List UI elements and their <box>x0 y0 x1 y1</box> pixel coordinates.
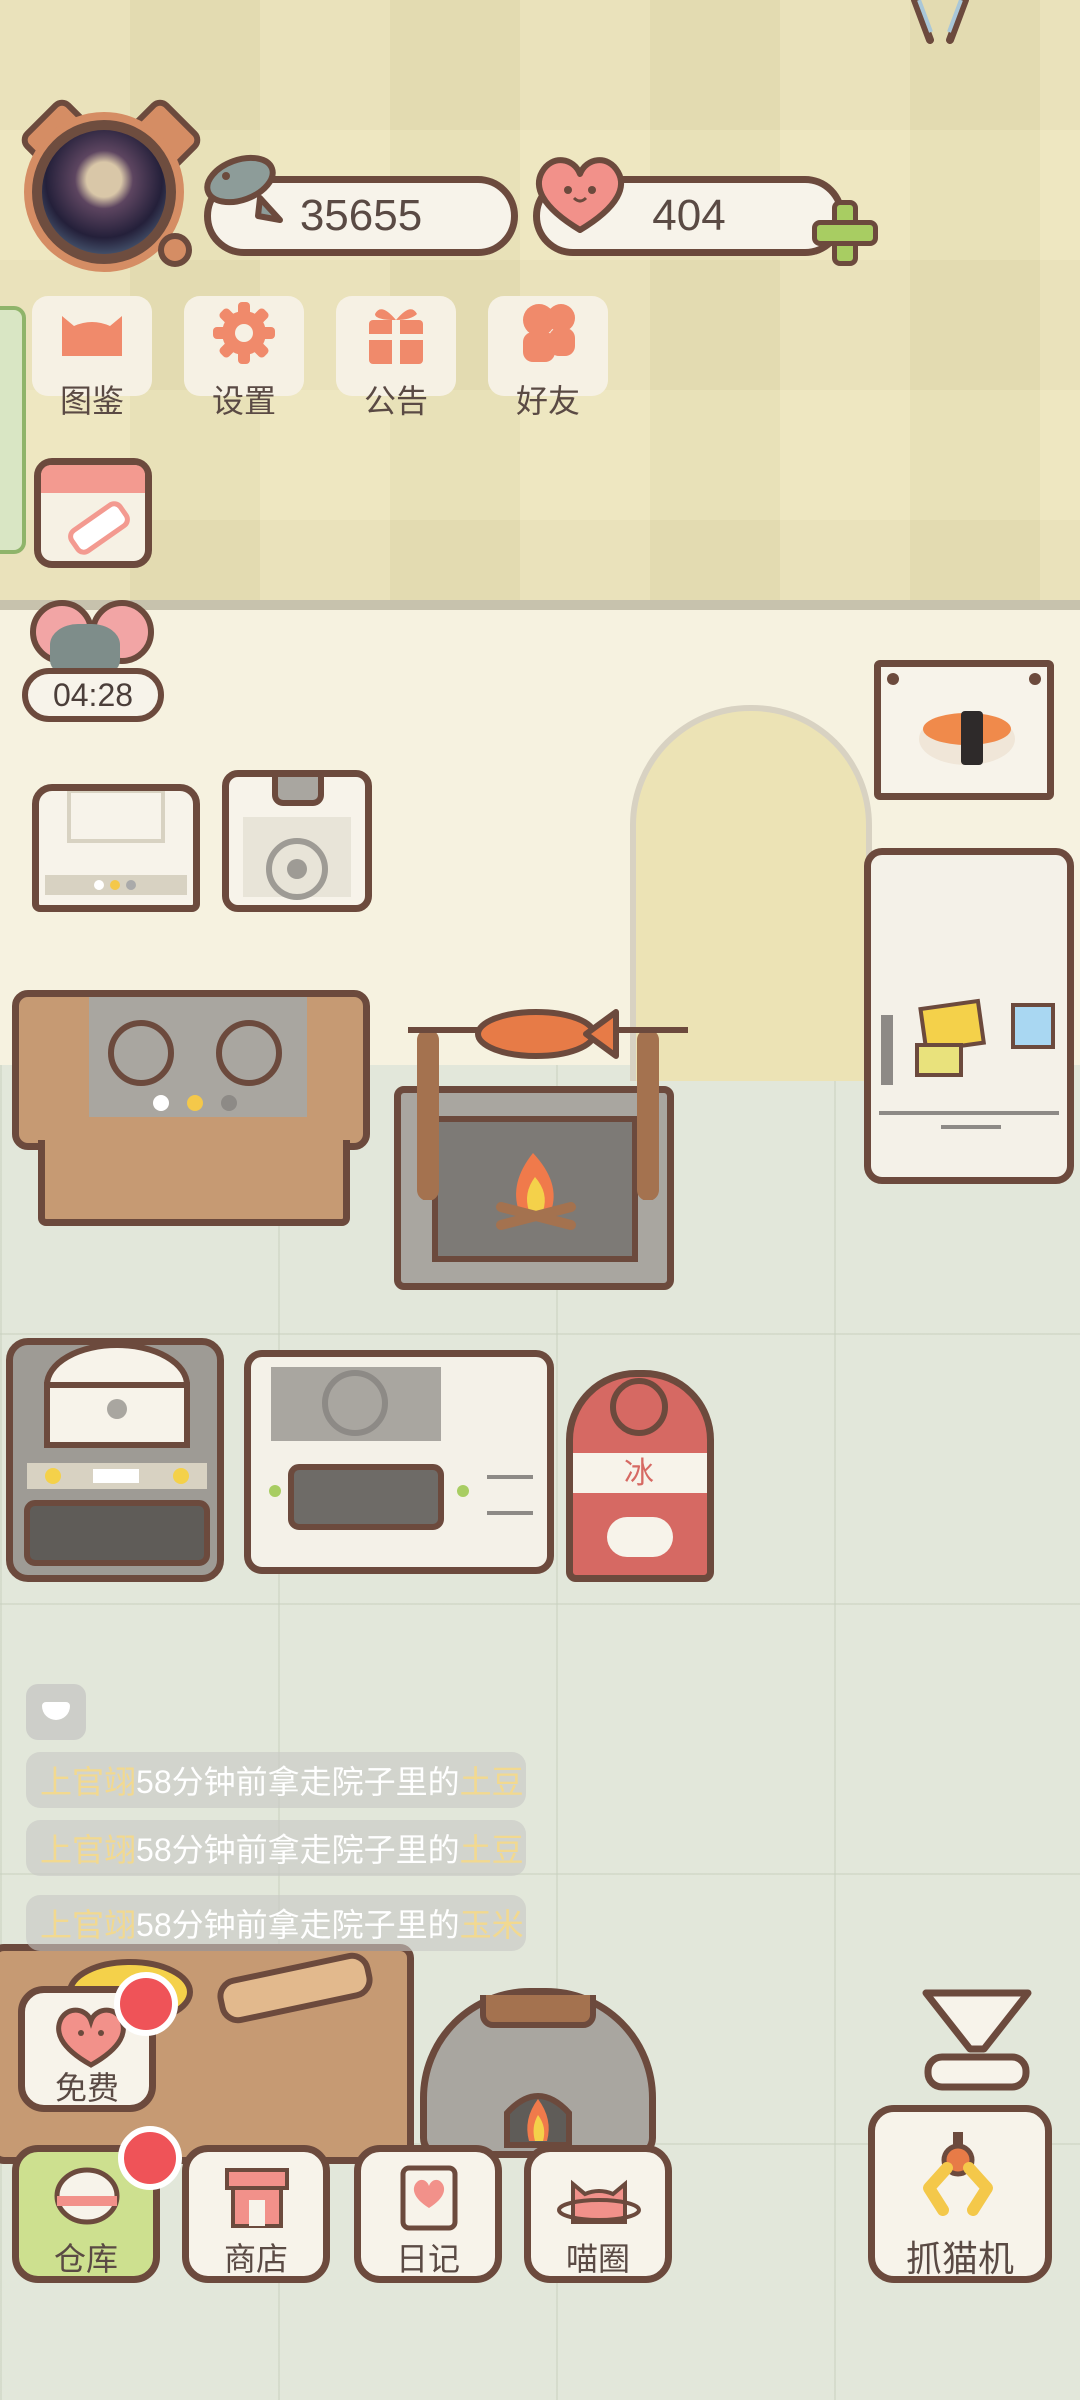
burner-icons <box>89 997 307 1117</box>
claw-machine-button[interactable]: 抓猫机 <box>868 2105 1052 2283</box>
refrigerator[interactable] <box>864 848 1074 1184</box>
rice-cooker-icon <box>24 1342 210 1566</box>
feed-message: 上官翊 58分钟前拿走院子里的 玉米 <box>26 1895 526 1951</box>
nav-diary-label: 日记 <box>395 2241 460 2277</box>
menu-catalog-label: 图鉴 <box>59 383 124 419</box>
blender-machine[interactable] <box>222 754 372 912</box>
funnel-icon <box>922 1989 1032 2091</box>
wall-trim <box>0 600 1080 610</box>
nav-cat-circle-label: 喵圈 <box>565 2241 630 2277</box>
nav-diary-button[interactable]: 日记 <box>354 2145 502 2283</box>
pencil-icon <box>64 497 134 559</box>
feed-player-name: 上官翊 <box>40 1764 137 1800</box>
nav-warehouse-label: 仓库 <box>53 2241 118 2277</box>
side-drawer-tab[interactable] <box>0 306 26 554</box>
feed-text: 58分钟前拿走院子里的 <box>136 1764 460 1800</box>
menu-catalog-button[interactable]: 图鉴 <box>32 296 152 419</box>
feed-text: 58分钟前拿走院子里的 <box>136 1832 460 1868</box>
rice-cooker-oven[interactable] <box>6 1338 224 1582</box>
feed-item: 土豆 <box>459 1832 524 1868</box>
avatar-tail-icon <box>158 233 192 267</box>
heart-value: 404 <box>652 191 726 240</box>
gear-icon <box>213 302 275 364</box>
stove-table-legs <box>38 1140 350 1226</box>
calendar-header <box>41 465 145 493</box>
ice-sign-icon: 冰 <box>573 1378 707 1557</box>
fridge-magnets-icon <box>879 998 1059 1129</box>
roasting-fish-icon <box>408 1009 688 1200</box>
feed-message: 上官翊 58分钟前拿走院子里的 土豆 <box>26 1820 526 1876</box>
nav-shop-button[interactable]: 商店 <box>182 2145 330 2283</box>
gas-stove[interactable] <box>12 990 370 1150</box>
menu-announcement-label: 公告 <box>363 383 428 419</box>
feed-collapse-button[interactable] <box>26 1684 86 1740</box>
menu-announcement-button[interactable]: 公告 <box>336 296 456 419</box>
svg-text:冰: 冰 <box>624 1457 654 1490</box>
feed-item: 土豆 <box>459 1764 524 1800</box>
event-timer: 04:28 <box>22 668 164 722</box>
claw-machine-label: 抓猫机 <box>905 2238 1014 2279</box>
gift-icon <box>369 309 423 364</box>
feed-message: 上官翊 58分钟前拿走院子里的 土豆 <box>26 1752 526 1808</box>
stone-oven[interactable] <box>420 1952 656 2158</box>
shaved-ice-machine[interactable]: 冰 <box>566 1370 714 1582</box>
feed-player-name: 上官翊 <box>40 1907 137 1943</box>
avatar-picture <box>42 130 166 254</box>
diary-icon <box>400 2165 458 2231</box>
nav-shop-label: 商店 <box>223 2241 288 2277</box>
feed-item: 玉米 <box>459 1907 524 1943</box>
feed-player-name: 上官翊 <box>40 1832 137 1868</box>
friends-icon <box>523 304 575 362</box>
rice-bowl-icon <box>54 2167 120 2225</box>
cat-planet-icon <box>557 2179 641 2224</box>
kitchen-cabinet-oven[interactable] <box>244 1350 554 1574</box>
menu-friends-button[interactable]: 好友 <box>488 296 608 419</box>
warehouse-notification-badge <box>118 2126 182 2190</box>
feed-text: 58分钟前拿走院子里的 <box>136 1907 460 1943</box>
free-reward-label: 免费 <box>54 2070 119 2106</box>
menu-settings-button[interactable]: 设置 <box>184 296 304 419</box>
hood-lights-icon <box>45 789 187 895</box>
sushi-icon <box>887 673 1041 765</box>
rolling-pin-icon <box>217 1952 373 2024</box>
free-notification-badge <box>114 1972 178 2036</box>
fish-icon <box>204 154 283 223</box>
cabinet-details-icon <box>269 1367 533 1530</box>
sushi-poster[interactable] <box>874 660 1054 800</box>
menu-friends-label: 好友 <box>515 383 580 419</box>
event-timer-value: 04:28 <box>52 676 134 713</box>
hanging-hook-icon <box>911 0 969 44</box>
claw-icon <box>923 2132 993 2216</box>
daily-checkin-button[interactable] <box>34 458 152 568</box>
cat-head-icon <box>62 316 122 356</box>
fish-coin-value: 35655 <box>299 191 423 240</box>
heart-icon <box>536 157 624 233</box>
add-hearts-button[interactable] <box>812 200 878 266</box>
fan-icon <box>243 754 351 900</box>
shop-icon <box>225 2168 289 2228</box>
menu-settings-label: 设置 <box>211 383 276 419</box>
nav-cat-circle-button[interactable]: 喵圈 <box>524 2145 672 2283</box>
range-hood[interactable] <box>32 784 200 912</box>
oven-fire-icon <box>480 1952 596 2148</box>
